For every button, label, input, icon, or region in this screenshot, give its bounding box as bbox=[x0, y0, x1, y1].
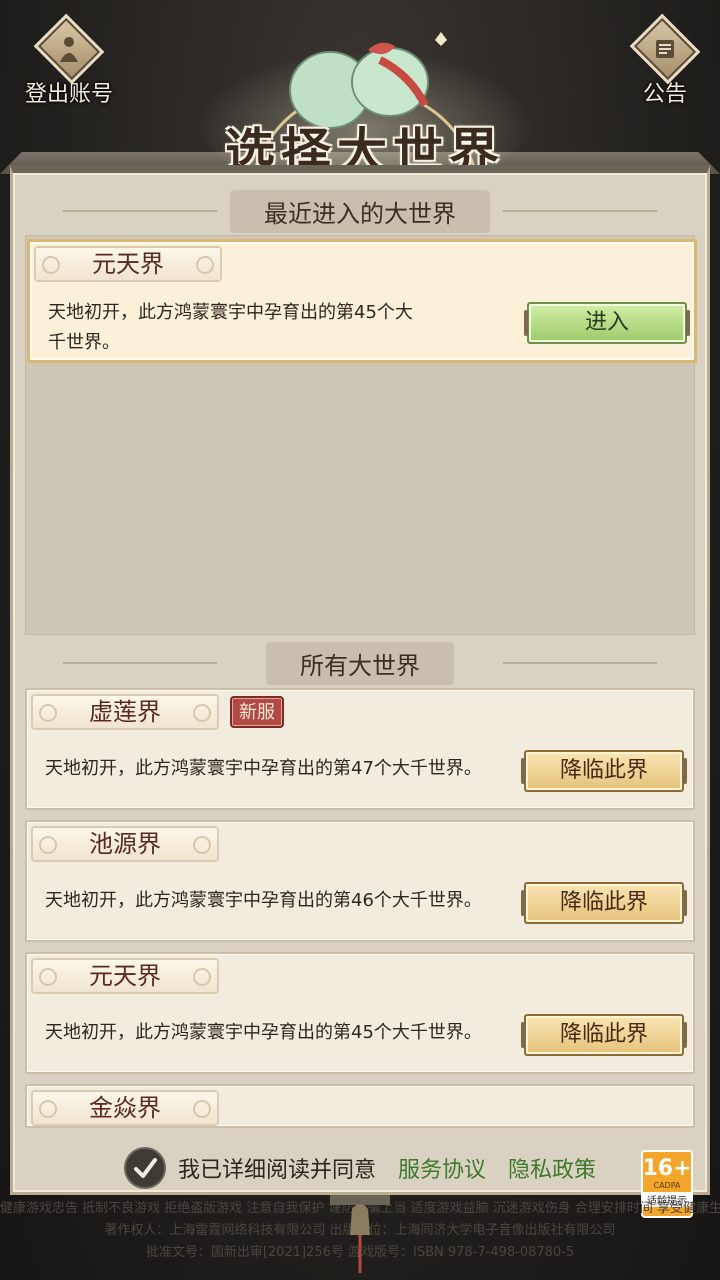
all-section-title: 所有大世界 bbox=[266, 641, 454, 685]
descend-button[interactable]: 降临此界 bbox=[521, 882, 687, 924]
agree-checkbox[interactable] bbox=[123, 1147, 166, 1189]
descend-button[interactable]: 降临此界 bbox=[521, 750, 687, 792]
privacy-policy-link[interactable]: 隐私政策 bbox=[508, 1152, 596, 1184]
recent-world-card[interactable]: 元天界 天地初开，此方鸿蒙寰宇中孕育出的第45个大 千世界。 进入 bbox=[27, 239, 697, 363]
world-name: 虚莲界 bbox=[31, 694, 219, 730]
agreement-text: 我已详细阅读并同意 bbox=[177, 1158, 376, 1183]
world-card[interactable]: 元天界 天地初开，此方鸿蒙寰宇中孕育出的第45个大千世界。 降临此界 bbox=[25, 952, 695, 1074]
descend-button[interactable]: 降临此界 bbox=[521, 1014, 687, 1056]
scroll-icon bbox=[629, 13, 701, 85]
title-emblem: 选择大世界 bbox=[180, 20, 550, 195]
notice-button[interactable]: 公告 bbox=[610, 13, 720, 108]
world-card[interactable]: 池源界 天地初开，此方鸿蒙寰宇中孕育出的第46个大千世界。 降临此界 bbox=[25, 820, 695, 942]
world-name: 金焱界 bbox=[31, 1090, 219, 1126]
world-description: 天地初开，此方鸿蒙寰宇中孕育出的第45个大千世界。 bbox=[45, 1022, 482, 1043]
world-description: 天地初开，此方鸿蒙寰宇中孕育出的第47个大千世界。 bbox=[45, 758, 482, 779]
recent-section-title: 最近进入的大世界 bbox=[230, 189, 490, 233]
bell-ornament-icon bbox=[330, 1195, 390, 1273]
logout-button[interactable]: 登出账号 bbox=[14, 13, 124, 108]
world-name: 元天界 bbox=[34, 246, 222, 282]
enter-button[interactable]: 进入 bbox=[524, 302, 690, 344]
world-card[interactable]: 金焱界 bbox=[25, 1084, 695, 1128]
service-agreement-link[interactable]: 服务协议 bbox=[398, 1152, 486, 1184]
checkmark-icon bbox=[133, 1158, 157, 1178]
world-card[interactable]: 虚莲界 新服 天地初开，此方鸿蒙寰宇中孕育出的第47个大千世界。 降临此界 bbox=[25, 688, 695, 810]
world-name: 池源界 bbox=[31, 826, 219, 862]
new-server-badge: 新服 bbox=[230, 696, 284, 728]
world-name: 元天界 bbox=[31, 958, 219, 994]
world-description: 天地初开，此方鸿蒙寰宇中孕育出的第46个大千世界。 bbox=[45, 890, 482, 911]
world-select-panel: 最近进入的大世界 元天界 天地初开，此方鸿蒙寰宇中孕育出的第45个大 千世界。 … bbox=[10, 165, 710, 1195]
agreement-row: 我已详细阅读并同意 服务协议 隐私政策 bbox=[13, 1143, 707, 1193]
world-description: 天地初开，此方鸿蒙寰宇中孕育出的第45个大 千世界。 bbox=[48, 302, 413, 353]
figure-icon bbox=[33, 13, 105, 85]
all-section-header: 所有大世界 bbox=[13, 641, 707, 685]
recent-section-header: 最近进入的大世界 bbox=[13, 189, 707, 233]
